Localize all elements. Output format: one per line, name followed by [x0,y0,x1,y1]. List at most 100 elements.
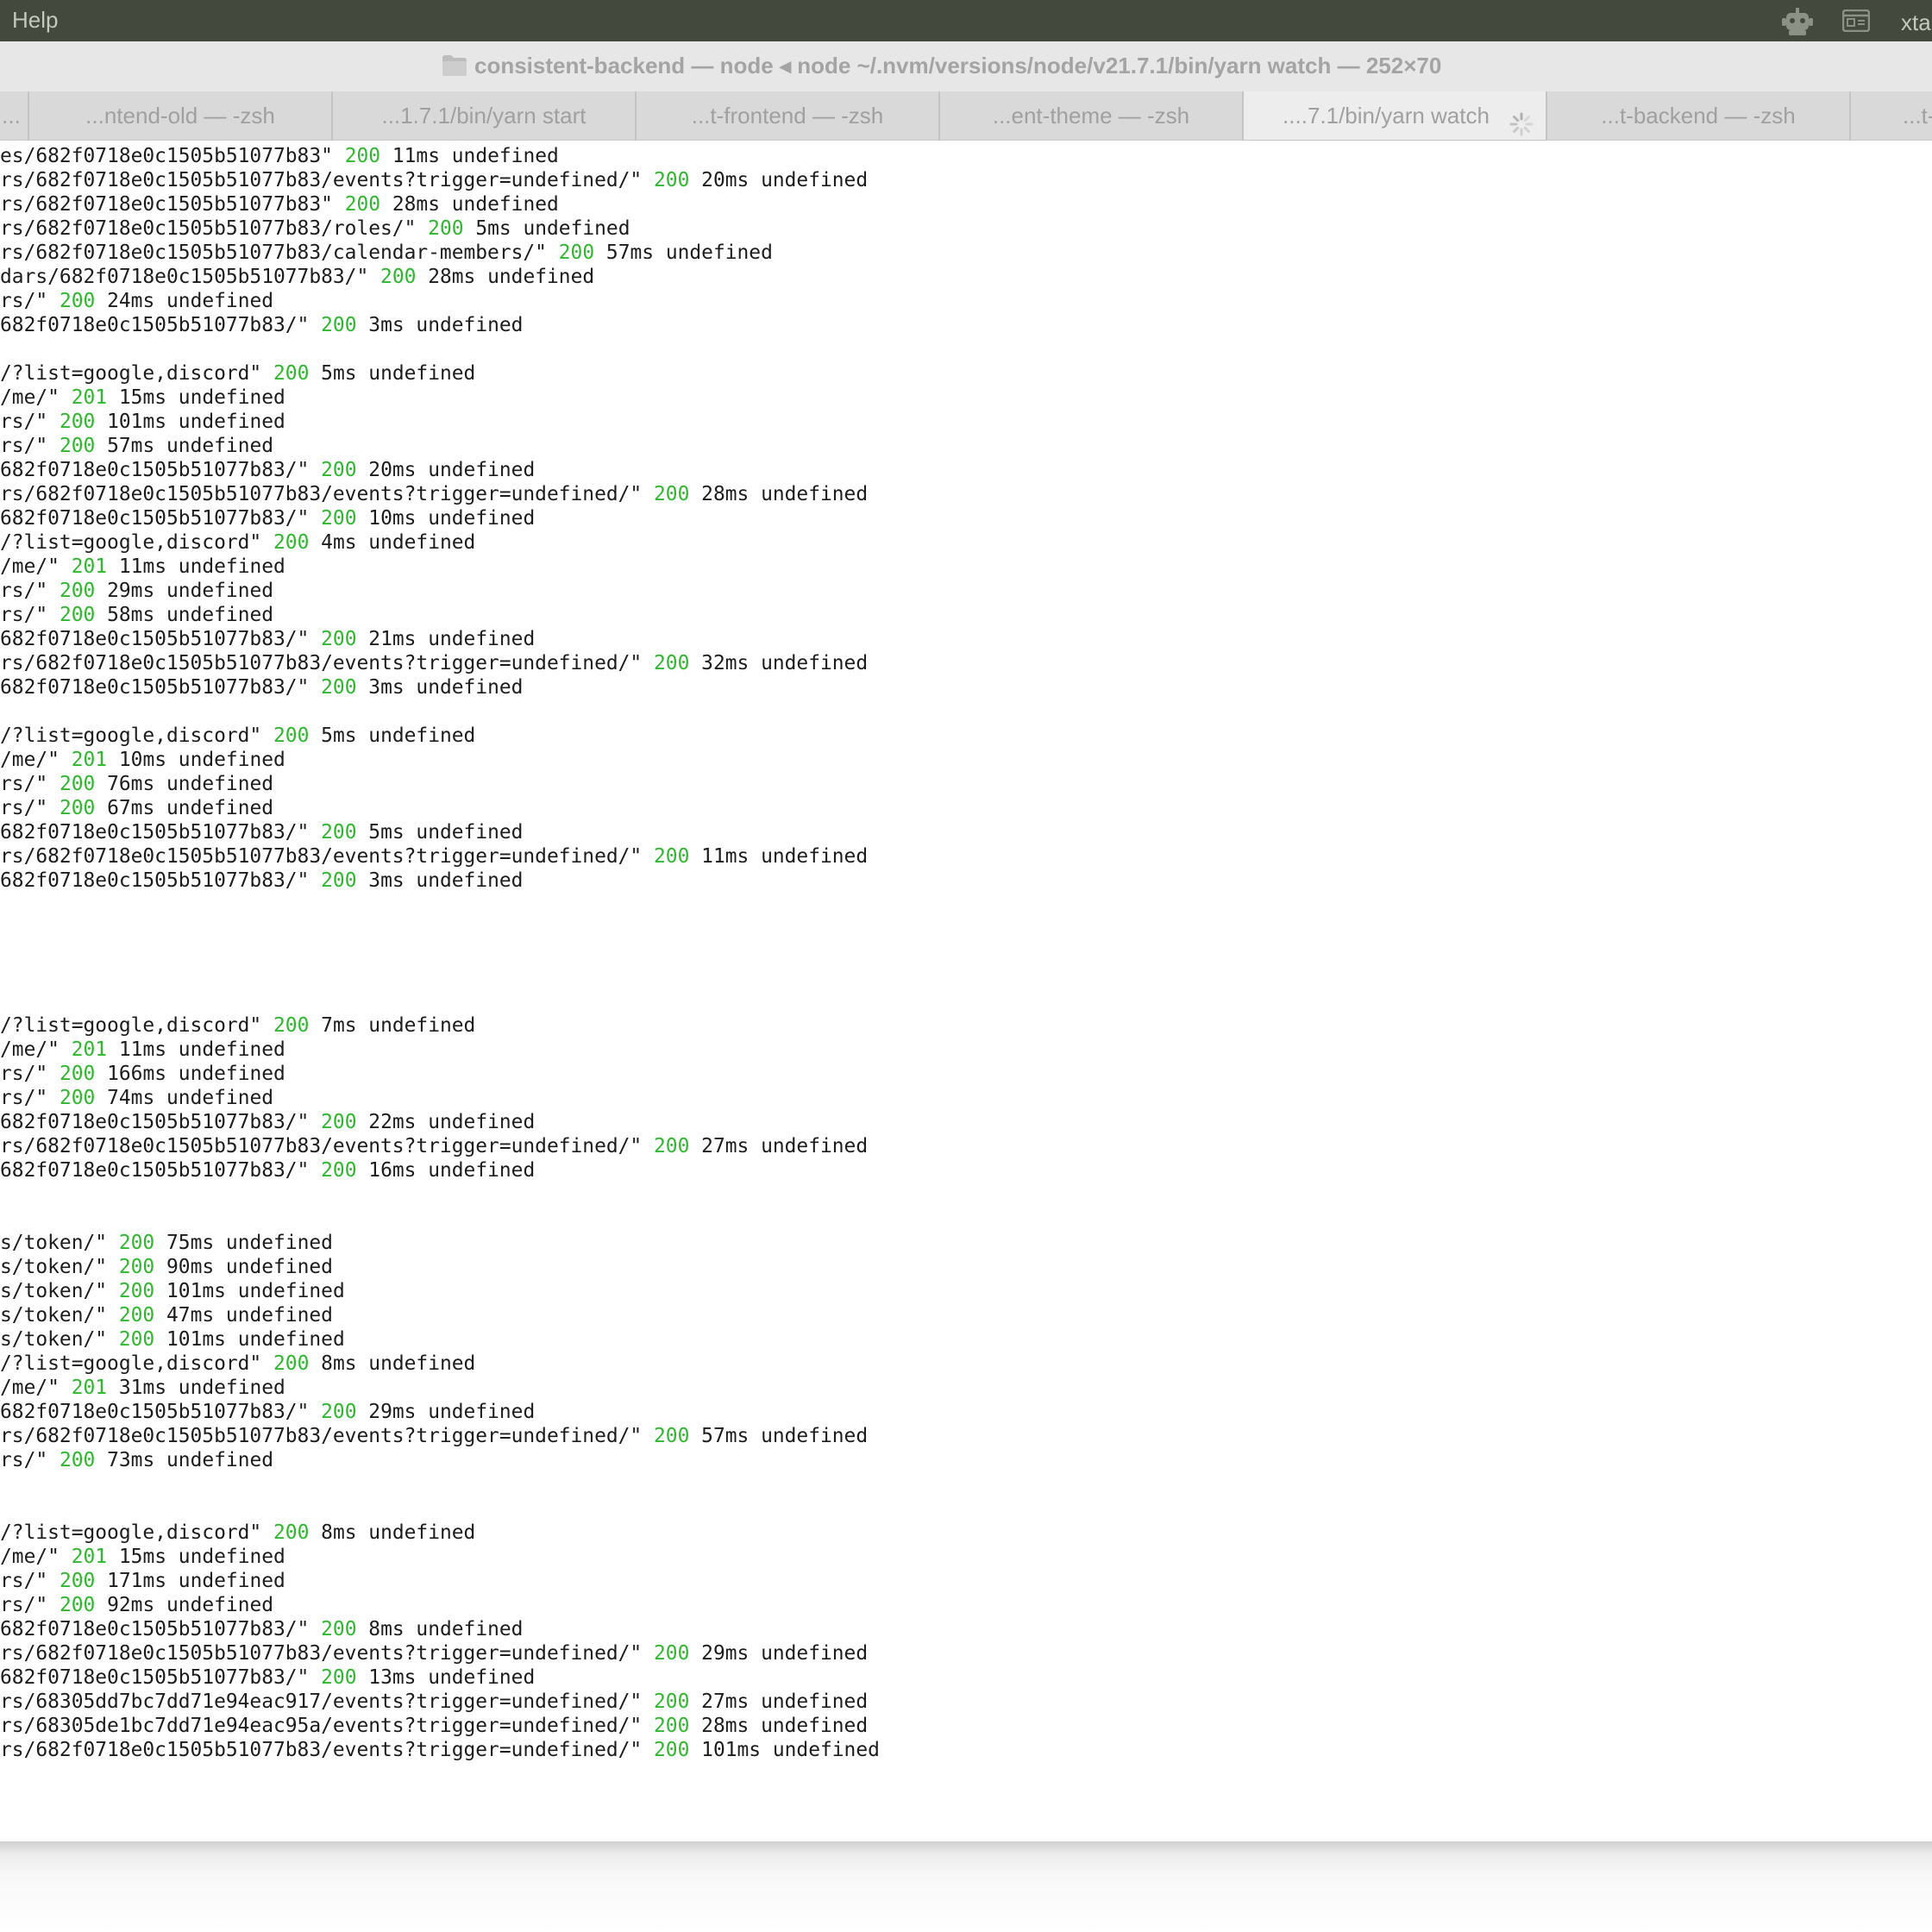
log-path: rs/" [0,580,48,602]
tab-yarn-start[interactable]: ...1.7.1/bin/yarn start [333,91,637,140]
log-timing: 5ms undefined [321,362,476,385]
log-timing: 7ms undefined [321,1014,476,1037]
window-titlebar[interactable]: consistent-backend — node ◂ node ~/.nvm/… [0,41,1932,91]
log-path: 682f0718e0c1505b51077b83/" [0,507,310,530]
log-path: 682f0718e0c1505b51077b83/" [0,1401,310,1423]
log-status-code: 200 [654,652,690,674]
log-line: s/token/" 200 90ms undefined [0,1255,333,1279]
log-timing: 101ms undefined [166,1328,345,1351]
log-timing: 5ms undefined [368,821,524,844]
window-title: consistent-backend — node ◂ node ~/.nvm/… [474,53,1442,78]
log-line: rs/" 200 166ms undefined [0,1062,285,1086]
log-timing: 57ms undefined [605,242,773,264]
log-status-code: 200 [59,580,96,602]
log-timing: 8ms undefined [368,1618,524,1640]
log-line: rs/682f0718e0c1505b51077b83/calendar-mem… [0,241,773,265]
log-line: rs/682f0718e0c1505b51077b83/events?trigg… [0,1424,868,1448]
log-status-code: 200 [321,821,357,844]
log-timing: 28ms undefined [392,193,559,216]
log-path: /?list=google,discord" [0,1521,262,1544]
log-timing: 10ms undefined [118,749,285,771]
log-timing: 101ms undefined [107,411,285,433]
log-timing: 31ms undefined [118,1377,285,1399]
log-status-code: 200 [380,266,417,288]
log-path: 682f0718e0c1505b51077b83/" [0,869,310,892]
log-status-code: 200 [654,1135,690,1157]
log-status-code: 200 [273,1352,310,1375]
log-line: rs/" 200 101ms undefined [0,410,285,434]
log-line: es/682f0718e0c1505b51077b83" 200 11ms un… [0,144,559,168]
log-path: rs/" [0,773,48,795]
log-line: rs/" 200 57ms undefined [0,434,273,458]
robot-icon[interactable] [1782,8,1813,41]
log-status-code: 200 [321,507,357,530]
log-status-code: 200 [59,290,96,312]
log-status-code: 200 [118,1328,155,1351]
log-timing: 5ms undefined [321,724,476,747]
log-path: 682f0718e0c1505b51077b83/" [0,1159,310,1182]
log-timing: 171ms undefined [107,1570,285,1592]
log-line: /?list=google,discord" 200 5ms undefined [0,361,475,386]
log-line: rs/" 200 24ms undefined [0,289,273,313]
log-path: rs/682f0718e0c1505b51077b83" [0,193,333,216]
log-line: rs/682f0718e0c1505b51077b83/events?trigg… [0,1641,868,1665]
log-timing: 8ms undefined [321,1352,476,1375]
log-timing: 90ms undefined [166,1256,333,1278]
log-timing: 166ms undefined [107,1063,285,1085]
log-path: /me/" [0,555,60,578]
log-timing: 4ms undefined [321,531,476,554]
log-path: s/token/" [0,1328,108,1351]
tab-yarn-watch[interactable]: ....7.1/bin/yarn watch [1244,91,1547,140]
log-timing: 67ms undefined [107,797,274,819]
log-status-code: 200 [59,604,96,626]
log-line: rs/" 200 67ms undefined [0,796,273,820]
log-timing: 28ms undefined [701,483,869,505]
log-status-code: 200 [118,1232,155,1254]
tab-backend[interactable]: ...t-backend — -zsh [1547,91,1851,140]
log-path: rs/682f0718e0c1505b51077b83/events?trigg… [0,1425,643,1447]
log-status-code: 201 [71,1377,108,1399]
log-path: rs/682f0718e0c1505b51077b83/events?trigg… [0,1135,643,1157]
log-timing: 75ms undefined [166,1232,333,1254]
log-line: rs/682f0718e0c1505b51077b83/events?trigg… [0,651,868,675]
log-timing: 58ms undefined [107,604,274,626]
log-line: 682f0718e0c1505b51077b83/" 200 5ms undef… [0,820,523,844]
log-status-code: 201 [71,386,108,409]
tab-theme[interactable]: ...ent-theme — -zsh [940,91,1244,140]
log-path: s/token/" [0,1232,108,1254]
log-timing: 15ms undefined [118,1546,285,1568]
log-line: /?list=google,discord" 200 4ms undefined [0,530,475,555]
log-path: /?list=google,discord" [0,1014,262,1037]
log-line: /?list=google,discord" 200 8ms undefined [0,1352,475,1376]
log-timing: 29ms undefined [701,1642,869,1665]
log-path: rs/682f0718e0c1505b51077b83/events?trigg… [0,1642,643,1665]
log-line: /?list=google,discord" 200 5ms undefined [0,724,475,748]
tab-frontend-old[interactable]: ...ntend-old — -zsh [29,91,333,140]
menu-help[interactable]: Help [12,7,58,34]
tab-label: ....7.1/bin/yarn watch [1283,103,1490,129]
log-status-code: 200 [273,1521,310,1544]
log-status-code: 200 [654,1642,690,1665]
log-status-code: 200 [428,217,464,240]
log-status-code: 200 [273,531,310,554]
log-timing: 5ms undefined [475,217,630,240]
log-line: rs/682f0718e0c1505b51077b83/events?trigg… [0,1738,880,1762]
log-line: rs/682f0718e0c1505b51077b83/events?trigg… [0,482,868,506]
log-line: s/token/" 200 47ms undefined [0,1303,333,1327]
log-timing: 13ms undefined [368,1666,536,1689]
tab-overflow[interactable]: ... [0,91,29,140]
menubar-user-label[interactable]: xta [1901,9,1931,36]
log-line: rs/" 200 58ms undefined [0,603,273,627]
log-timing: 3ms undefined [368,314,524,336]
log-path: 682f0718e0c1505b51077b83/" [0,1666,310,1689]
log-path: rs/68305dd7bc7dd71e94eac917/events?trigg… [0,1690,643,1713]
log-line: rs/" 200 73ms undefined [0,1448,273,1472]
log-path: 682f0718e0c1505b51077b83/" [0,314,310,336]
tab-partial[interactable]: ...t- [1851,91,1932,140]
terminal-output[interactable]: es/682f0718e0c1505b51077b83" 200 11ms un… [0,141,1932,1841]
window-bottom-shadow [0,1841,1932,1932]
tab-frontend[interactable]: ...t-frontend — -zsh [637,91,940,140]
log-timing: 29ms undefined [107,580,274,602]
window-icon[interactable] [1841,9,1871,38]
log-line: s/token/" 200 75ms undefined [0,1231,333,1255]
